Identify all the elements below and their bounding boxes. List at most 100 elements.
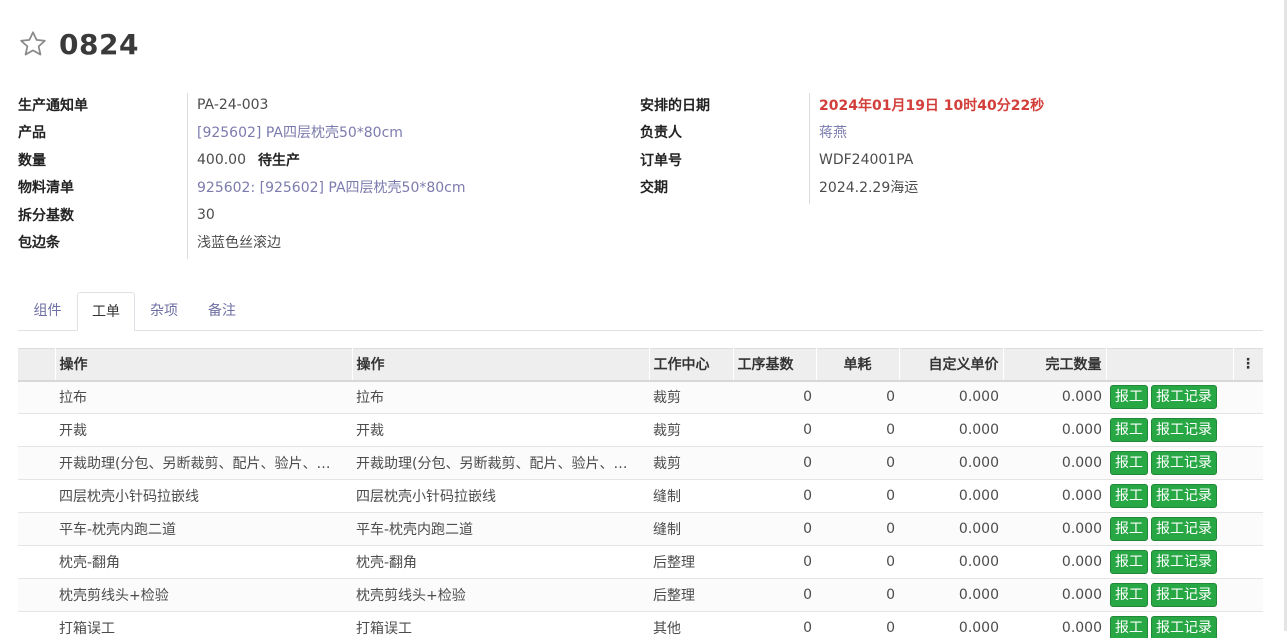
- cell-work-center: 缝制: [649, 480, 733, 513]
- header-done-qty[interactable]: 完工数量: [1003, 349, 1106, 381]
- table-row[interactable]: 打箱误工打箱误工其他000.0000.000报工报工记录: [18, 612, 1263, 638]
- kebab-icon[interactable]: ⋮: [1233, 349, 1263, 381]
- row-spacer: [1233, 579, 1263, 612]
- table-row[interactable]: 拉布拉布裁剪000.0000.000报工报工记录: [18, 381, 1263, 414]
- column-options[interactable]: ⋮: [1241, 356, 1255, 372]
- field-value: 30: [197, 207, 215, 223]
- table-row[interactable]: 平车-枕壳内跑二道平车-枕壳内跑二道缝制000.0000.000报工报工记录: [18, 513, 1263, 546]
- cell-operation: 四层枕壳小针码拉嵌线: [55, 480, 352, 513]
- report-button[interactable]: 报工: [1110, 484, 1148, 508]
- cell-operation: 开裁助理(分包、另断裁剪、配片、验片、…: [55, 447, 352, 480]
- field-value: WDF24001PA: [819, 152, 913, 168]
- table-row[interactable]: 四层枕壳小针码拉嵌线四层枕壳小针码拉嵌线缝制000.0000.000报工报工记录: [18, 480, 1263, 513]
- tab-components[interactable]: 组件: [18, 292, 77, 330]
- table-row[interactable]: 枕壳-翻角枕壳-翻角后整理000.0000.000报工报工记录: [18, 546, 1263, 579]
- star-icon[interactable]: [18, 29, 48, 59]
- field-divider: [809, 93, 810, 204]
- cell-unit-consumption: 0: [816, 414, 899, 447]
- cell-operation-2: 平车-枕壳内跑二道: [352, 513, 649, 546]
- cell-work-center: 其他: [649, 612, 733, 638]
- tab-notes[interactable]: 备注: [193, 292, 251, 330]
- cell-actions: 报工报工记录: [1106, 414, 1233, 447]
- cell-custom-price: 0.000: [899, 579, 1003, 612]
- cell-done-qty: 0.000: [1003, 480, 1106, 513]
- cell-unit-consumption: 0: [816, 381, 899, 414]
- tab-misc[interactable]: 杂项: [135, 292, 193, 330]
- tab-work-orders[interactable]: 工单: [77, 292, 135, 331]
- report-button[interactable]: 报工: [1110, 616, 1148, 638]
- report-button[interactable]: 报工: [1110, 385, 1148, 409]
- field-value: 2024.2.29海运: [819, 177, 918, 197]
- report-record-button[interactable]: 报工记录: [1151, 583, 1217, 607]
- cell-work-center: 裁剪: [649, 414, 733, 447]
- cell-operation: 拉布: [55, 381, 352, 414]
- left-field: 生产通知单PA-24-003: [18, 91, 618, 119]
- header-work-center[interactable]: 工作中心: [649, 349, 733, 381]
- cell-custom-price: 0.000: [899, 546, 1003, 579]
- table-row[interactable]: 开裁开裁裁剪000.0000.000报工报工记录: [18, 414, 1263, 447]
- left-field: 产品[925602] PA四层枕壳50*80cm: [18, 119, 618, 147]
- header-operation-2[interactable]: 操作: [352, 349, 649, 381]
- report-record-button[interactable]: 报工记录: [1151, 484, 1217, 508]
- field-value[interactable]: [925602] PA四层枕壳50*80cm: [197, 122, 403, 142]
- header-unit-consumption[interactable]: 单耗: [816, 349, 899, 381]
- field-label: 安排的日期: [640, 95, 819, 115]
- right-field: 交期2024.2.29海运: [640, 174, 1240, 202]
- field-label: 数量: [18, 150, 197, 170]
- header-step-base[interactable]: 工序基数: [733, 349, 816, 381]
- cell-unit-consumption: 0: [816, 546, 899, 579]
- cell-operation-2: 四层枕壳小针码拉嵌线: [352, 480, 649, 513]
- cell-step-base: 0: [733, 546, 816, 579]
- field-value[interactable]: 925602: [925602] PA四层枕壳50*80cm: [197, 177, 466, 197]
- cell-unit-consumption: 0: [816, 612, 899, 638]
- cell-custom-price: 0.000: [899, 513, 1003, 546]
- report-record-button[interactable]: 报工记录: [1151, 385, 1217, 409]
- row-spacer: [1233, 480, 1263, 513]
- header-custom-price[interactable]: 自定义单价: [899, 349, 1003, 381]
- field-label: 物料清单: [18, 177, 197, 197]
- cell-custom-price: 0.000: [899, 612, 1003, 638]
- field-divider: [187, 93, 188, 259]
- report-record-button[interactable]: 报工记录: [1151, 616, 1217, 638]
- report-record-button[interactable]: 报工记录: [1151, 418, 1217, 442]
- cell-step-base: 0: [733, 480, 816, 513]
- cell-unit-consumption: 0: [816, 480, 899, 513]
- cell-actions: 报工报工记录: [1106, 579, 1233, 612]
- cell-done-qty: 0.000: [1003, 612, 1106, 638]
- cell-unit-consumption: 0: [816, 579, 899, 612]
- cell-actions: 报工报工记录: [1106, 447, 1233, 480]
- field-label: 拆分基数: [18, 205, 197, 225]
- cell-operation-2: 枕壳剪线头+检验: [352, 579, 649, 612]
- row-handle: [18, 513, 55, 546]
- report-record-button[interactable]: 报工记录: [1151, 451, 1217, 475]
- table-row[interactable]: 开裁助理(分包、另断裁剪、配片、验片、…开裁助理(分包、另断裁剪、配片、验片、……: [18, 447, 1263, 480]
- cell-custom-price: 0.000: [899, 480, 1003, 513]
- field-label: 负责人: [640, 122, 819, 142]
- table-row[interactable]: 枕壳剪线头+检验枕壳剪线头+检验后整理000.0000.000报工报工记录: [18, 579, 1263, 612]
- record-header: 0824: [18, 24, 139, 64]
- cell-operation-2: 拉布: [352, 381, 649, 414]
- cell-work-center: 裁剪: [649, 381, 733, 414]
- report-record-button[interactable]: 报工记录: [1151, 517, 1217, 541]
- cell-actions: 报工报工记录: [1106, 546, 1233, 579]
- cell-custom-price: 0.000: [899, 414, 1003, 447]
- cell-step-base: 0: [733, 414, 816, 447]
- report-button[interactable]: 报工: [1110, 550, 1148, 574]
- field-label: 包边条: [18, 232, 197, 252]
- report-button[interactable]: 报工: [1110, 418, 1148, 442]
- report-button[interactable]: 报工: [1110, 451, 1148, 475]
- report-button[interactable]: 报工: [1110, 517, 1148, 541]
- cell-step-base: 0: [733, 381, 816, 414]
- state-badge: 待生产: [258, 150, 300, 170]
- cell-operation: 开裁: [55, 414, 352, 447]
- cell-done-qty: 0.000: [1003, 513, 1106, 546]
- field-value[interactable]: 蒋燕: [819, 122, 847, 142]
- report-button[interactable]: 报工: [1110, 583, 1148, 607]
- work-order-table: 操作 操作 工作中心 工序基数 单耗 自定义单价 完工数量 ⋮ 拉布拉布裁剪00…: [18, 348, 1263, 638]
- header-handle: [18, 349, 55, 381]
- cell-actions: 报工报工记录: [1106, 480, 1233, 513]
- row-handle: [18, 381, 55, 414]
- right-field: 负责人蒋燕: [640, 119, 1240, 147]
- report-record-button[interactable]: 报工记录: [1151, 550, 1217, 574]
- header-operation[interactable]: 操作: [55, 349, 352, 381]
